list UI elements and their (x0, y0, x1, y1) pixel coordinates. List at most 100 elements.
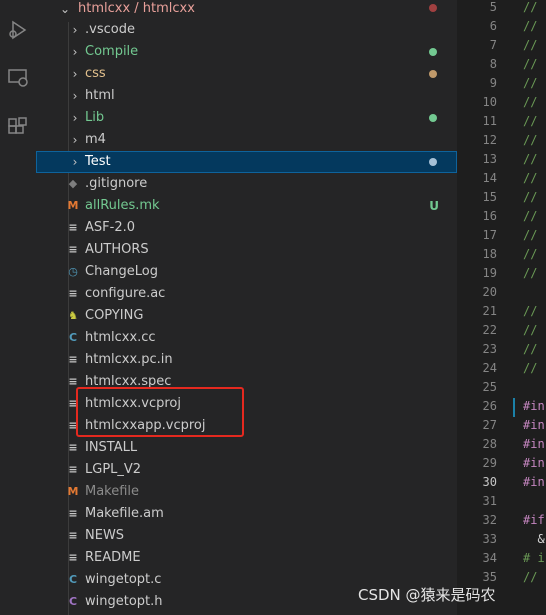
code-line[interactable]: // (523, 131, 537, 150)
code-line[interactable]: #in (523, 473, 545, 492)
line-number: 33 (482, 532, 497, 546)
line-number: 32 (482, 513, 497, 527)
line-number: 5 (489, 0, 497, 14)
item-label: wingetopt.c (85, 572, 162, 587)
file-item[interactable]: ◷ ChangeLog (36, 261, 457, 283)
text-file-icon: ≡ (68, 507, 78, 520)
folder-item[interactable]: › Compile (36, 41, 457, 63)
highlight-box (76, 387, 244, 437)
file-item[interactable]: ≡ NEWS (36, 525, 457, 547)
file-item[interactable]: ≡ configure.ac (36, 283, 457, 305)
item-label: allRules.mk (85, 198, 160, 213)
code-line[interactable]: #in (523, 435, 545, 454)
file-item[interactable]: ≡ ASF-2.0 (36, 217, 457, 239)
item-label: htmlcxx.cc (85, 330, 156, 345)
remote-explorer-icon[interactable] (6, 66, 30, 90)
line-number: 29 (482, 456, 497, 470)
file-item[interactable]: M Makefile (36, 481, 457, 503)
line-number: 13 (482, 152, 497, 166)
code-line[interactable]: // (523, 0, 537, 17)
code-line[interactable]: // (523, 302, 537, 321)
file-item[interactable]: ≡ htmlcxx.pc.in (36, 349, 457, 371)
code-line[interactable]: // (523, 245, 537, 264)
line-number: 8 (489, 57, 497, 71)
code-line[interactable]: // (523, 321, 537, 340)
line-number: 10 (482, 95, 497, 109)
folder-item[interactable]: › .vscode (36, 19, 457, 41)
code-line[interactable]: // (523, 359, 537, 378)
item-label: ChangeLog (85, 264, 158, 279)
text-file-icon: ≡ (68, 287, 78, 300)
file-item[interactable]: ≡ INSTALL (36, 437, 457, 459)
cpp-icon: C (68, 331, 78, 344)
code-line[interactable]: & (523, 530, 544, 549)
item-label: css (85, 66, 106, 81)
file-item[interactable]: ≡ Makefile.am (36, 503, 457, 525)
code-line[interactable]: // (523, 226, 537, 245)
line-number: 25 (482, 380, 497, 394)
folder-item[interactable]: › Lib (36, 107, 457, 129)
item-label: configure.ac (85, 286, 166, 301)
line-number: 31 (482, 494, 497, 508)
code-line[interactable]: // (523, 17, 537, 36)
file-item[interactable]: MallRules.mk U (36, 195, 457, 217)
chevron-down-icon: ⌄ (59, 2, 71, 16)
code-line[interactable]: // (523, 169, 537, 188)
code-line[interactable]: #in (523, 397, 545, 416)
chevron-right-icon: › (72, 67, 78, 81)
git-status-dot (429, 158, 437, 166)
folder-item[interactable]: › m4 (36, 129, 457, 151)
text-file-icon: ≡ (68, 441, 78, 454)
item-label: htmlcxx.pc.in (85, 352, 173, 367)
c-icon: C (68, 573, 78, 586)
item-label: NEWS (85, 528, 125, 543)
code-line[interactable]: // (523, 55, 537, 74)
item-label: m4 (85, 132, 106, 147)
item-label: .gitignore (85, 176, 148, 191)
chevron-right-icon: › (72, 133, 78, 147)
clock-icon: ◷ (68, 265, 78, 278)
folder-item[interactable]: › Test (36, 151, 457, 173)
code-line[interactable]: // (523, 36, 537, 55)
file-item[interactable]: ≡ AUTHORS (36, 239, 457, 261)
code-line[interactable]: // (523, 150, 537, 169)
git-status-dot (429, 70, 437, 78)
text-file-icon: ≡ (68, 529, 78, 542)
line-number: 28 (482, 437, 497, 451)
root-status-dot (429, 4, 437, 12)
folder-item[interactable]: › html (36, 85, 457, 107)
code-line[interactable]: // (523, 207, 537, 226)
chevron-right-icon: › (72, 111, 78, 125)
item-label: Lib (85, 110, 105, 125)
code-line[interactable]: // (523, 188, 537, 207)
file-item[interactable]: ≡ README (36, 547, 457, 569)
code-line[interactable]: // (523, 340, 537, 359)
file-item[interactable]: ≡ LGPL_V2 (36, 459, 457, 481)
line-number: 11 (482, 114, 497, 128)
git-status-badge: U (429, 199, 439, 213)
code-line[interactable]: #in (523, 416, 545, 435)
code-line[interactable]: #if (523, 511, 545, 530)
item-label: Compile (85, 44, 139, 59)
extensions-icon[interactable] (6, 116, 30, 140)
run-debug-icon[interactable] (6, 18, 30, 42)
code-line[interactable]: // (523, 74, 537, 93)
line-number: 22 (482, 323, 497, 337)
code-line[interactable]: // (523, 568, 537, 587)
line-number: 30 (482, 475, 497, 489)
text-file-icon: ≡ (68, 353, 78, 366)
explorer-root[interactable]: ⌄ htmlcxx / htmlcxx (36, 0, 457, 20)
folder-item[interactable]: › css (36, 63, 457, 85)
code-line[interactable]: // (523, 93, 537, 112)
chevron-right-icon: › (72, 155, 78, 169)
code-line[interactable]: # i (523, 549, 545, 568)
item-label: .vscode (85, 22, 135, 37)
code-line[interactable]: // (523, 264, 537, 283)
file-item[interactable]: ◆ .gitignore (36, 173, 457, 195)
file-item[interactable]: ♞ COPYING (36, 305, 457, 327)
file-item[interactable]: Chtmlcxx.cc (36, 327, 457, 349)
chevron-right-icon: › (72, 45, 78, 59)
code-line[interactable]: // (523, 112, 537, 131)
code-line[interactable]: #in (523, 454, 545, 473)
item-label: ASF-2.0 (85, 220, 135, 235)
